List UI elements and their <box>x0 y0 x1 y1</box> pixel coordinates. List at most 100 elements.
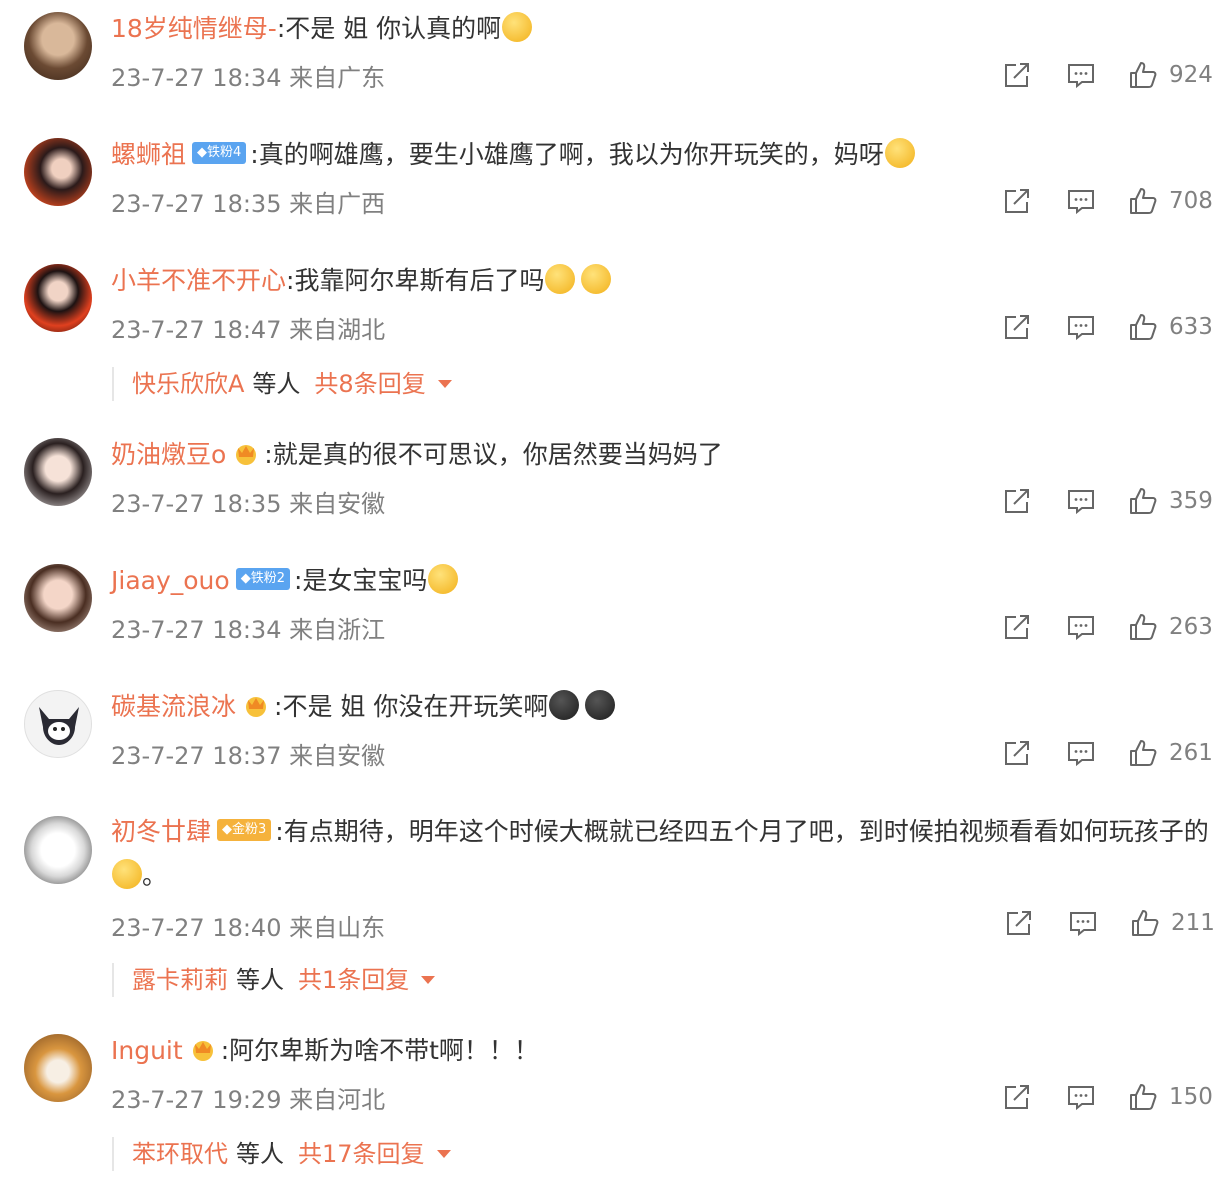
comment-meta: 23-7-27 18:47 来自湖北 <box>111 316 386 344</box>
fan-badge[interactable]: ◆铁粉4 <box>192 142 247 164</box>
avatar[interactable] <box>24 816 92 884</box>
reply-summary[interactable]: 露卡莉莉 等人 共1条回复 <box>112 963 436 997</box>
reply-author-link[interactable]: 露卡莉莉 <box>132 966 228 994</box>
share-icon[interactable] <box>1002 60 1032 90</box>
like-icon[interactable] <box>1128 486 1158 516</box>
nickname-link[interactable]: 碳基流浪冰 <box>111 692 236 721</box>
crying-dark-emoji-icon <box>585 690 616 720</box>
nickname-link[interactable]: 小羊不准不开心 <box>111 266 286 295</box>
reply-author-link[interactable]: 苯环取代 <box>132 1140 228 1168</box>
comment-text: :就是真的很不可思议，你居然要当妈妈了 <box>264 440 723 469</box>
comment-actions: 150 <box>1002 1082 1222 1112</box>
share-icon[interactable] <box>1002 312 1032 342</box>
sad-face-emoji-icon <box>502 12 533 42</box>
like-count: 924 <box>1169 62 1213 88</box>
comment-item: 螺蛳祖 ◆铁粉4:真的啊雄鹰，要生小雄鹰了啊，我以为你开玩笑的，妈呀 23-7-2… <box>0 126 1230 252</box>
like-icon[interactable] <box>1128 312 1158 342</box>
share-icon[interactable] <box>1002 486 1032 516</box>
avatar[interactable] <box>24 690 92 758</box>
comment-line: Inguit :阿尔卑斯为啥不带t啊！！！ <box>111 1034 539 1068</box>
nickname-link[interactable]: Jiaay_ouo <box>111 566 230 595</box>
reply-total-link[interactable]: 共1条回复 <box>298 966 409 994</box>
like-count: 708 <box>1169 188 1213 214</box>
like-count: 359 <box>1169 488 1213 514</box>
comment-text: :阿尔卑斯为啥不带t啊！！！ <box>220 1036 539 1065</box>
reply-etc: 等人 <box>252 370 301 398</box>
comment-meta: 23-7-27 18:37 来自安徽 <box>111 742 386 770</box>
comment-actions: 211 <box>1004 908 1224 938</box>
caret-down-icon[interactable] <box>437 380 452 388</box>
comment-line: 碳基流浪冰 :不是 姐 你没在开玩笑啊 <box>111 690 616 724</box>
comment-line: 初冬廿肆 ◆金粉3:有点期待，明年这个时候大概就已经四五个月了吧，到时候拍视频看看… <box>111 810 1223 898</box>
comment-line: 奶油燉豆o :就是真的很不可思议，你居然要当妈妈了 <box>111 438 723 472</box>
like-icon[interactable] <box>1128 1082 1158 1112</box>
shocked-face-emoji-icon <box>884 138 915 168</box>
nickname-link[interactable]: 初冬廿肆 <box>111 817 211 846</box>
reply-summary[interactable]: 苯环取代 等人 共17条回复 <box>112 1137 451 1171</box>
comment-icon[interactable] <box>1066 486 1096 516</box>
like-icon[interactable] <box>1128 186 1158 216</box>
comment-line: 螺蛳祖 ◆铁粉4:真的啊雄鹰，要生小雄鹰了啊，我以为你开玩笑的，妈呀 <box>111 138 915 172</box>
avatar[interactable] <box>24 438 92 506</box>
comment-meta: 23-7-27 18:40 来自山东 <box>111 914 386 942</box>
comment-icon[interactable] <box>1066 60 1096 90</box>
comment-icon[interactable] <box>1066 312 1096 342</box>
comment-icon[interactable] <box>1066 738 1096 768</box>
comment-actions: 708 <box>1002 186 1222 216</box>
avatar[interactable] <box>24 264 92 332</box>
comment-icon[interactable] <box>1068 908 1098 938</box>
like-icon[interactable] <box>1128 612 1158 642</box>
comment-actions: 261 <box>1002 738 1222 768</box>
avatar[interactable] <box>24 12 92 80</box>
comment-meta: 23-7-27 18:35 来自广西 <box>111 190 386 218</box>
nickname-link[interactable]: 18岁纯情继母- <box>111 14 277 43</box>
share-icon[interactable] <box>1002 738 1032 768</box>
like-icon[interactable] <box>1128 738 1158 768</box>
comment-text: :不是 姐 你没在开玩笑啊 <box>274 692 549 721</box>
reply-summary[interactable]: 快乐欣欣A 等人 共8条回复 <box>112 367 452 401</box>
reply-total-link[interactable]: 共8条回复 <box>314 370 425 398</box>
share-icon[interactable] <box>1004 908 1034 938</box>
comment-text: :有点期待，明年这个时候大概就已经四五个月了吧，到时候拍视频看看如何玩孩子的 <box>275 817 1209 846</box>
comment-text-end: 。 <box>142 861 168 890</box>
crown-icon[interactable] <box>232 440 260 466</box>
comment-item: 初冬廿肆 ◆金粉3:有点期待，明年这个时候大概就已经四五个月了吧，到时候拍视频看看… <box>0 804 1230 954</box>
fan-badge[interactable]: ◆铁粉2 <box>235 568 290 590</box>
reply-total-link[interactable]: 共17条回复 <box>298 1140 425 1168</box>
comment-icon[interactable] <box>1066 612 1096 642</box>
comment-actions: 633 <box>1002 312 1222 342</box>
avatar[interactable] <box>24 138 92 206</box>
comment-actions: 924 <box>1002 60 1222 90</box>
avatar[interactable] <box>24 564 92 632</box>
share-icon[interactable] <box>1002 612 1032 642</box>
comment-text: :不是 姐 你认真的啊 <box>276 14 502 43</box>
comment-item: 18岁纯情继母-:不是 姐 你认真的啊 23-7-27 18:34 来自广东 9… <box>0 0 1230 126</box>
share-icon[interactable] <box>1002 186 1032 216</box>
comment-line: Jiaay_ouo ◆铁粉2:是女宝宝吗 <box>111 564 459 598</box>
nickname-link[interactable]: Inguit <box>111 1036 183 1065</box>
nickname-link[interactable]: 螺蛳祖 <box>111 140 186 169</box>
fan-badge[interactable]: ◆金粉3 <box>217 819 272 841</box>
comment-actions: 263 <box>1002 612 1222 642</box>
caret-down-icon[interactable] <box>436 1150 451 1158</box>
comment-item: 碳基流浪冰 :不是 姐 你没在开玩笑啊 23-7-27 18:37 来自安徽 26… <box>0 678 1230 804</box>
crown-icon[interactable] <box>189 1036 217 1062</box>
reply-etc: 等人 <box>236 966 284 994</box>
comment-meta: 23-7-27 19:29 来自河北 <box>111 1086 386 1114</box>
like-count: 263 <box>1169 614 1213 640</box>
nickname-link[interactable]: 奶油燉豆o <box>111 440 226 469</box>
comment-icon[interactable] <box>1066 1082 1096 1112</box>
caret-down-icon[interactable] <box>421 976 436 984</box>
like-icon[interactable] <box>1130 908 1160 938</box>
comment-line: 18岁纯情继母-:不是 姐 你认真的啊 <box>111 12 533 46</box>
comment-item: 小羊不准不开心:我靠阿尔卑斯有后了吗 23-7-27 18:47 来自湖北 63… <box>0 252 1230 358</box>
avatar[interactable] <box>24 1034 92 1102</box>
reply-author-link[interactable]: 快乐欣欣A <box>132 370 244 398</box>
crown-icon[interactable] <box>242 692 270 718</box>
kuromi-avatar-icon <box>39 707 79 745</box>
comment-text: :我靠阿尔卑斯有后了吗 <box>286 266 545 295</box>
share-icon[interactable] <box>1002 1082 1032 1112</box>
comment-actions: 359 <box>1002 486 1222 516</box>
comment-icon[interactable] <box>1066 186 1096 216</box>
like-icon[interactable] <box>1128 60 1158 90</box>
